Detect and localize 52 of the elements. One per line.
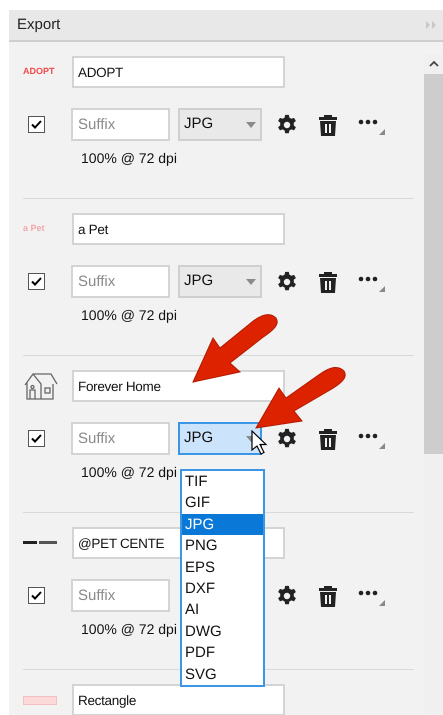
name-field[interactable]: a Pet	[72, 213, 285, 245]
checkbox[interactable]	[28, 430, 45, 447]
delete-icon[interactable]	[318, 114, 338, 136]
format-dropdown[interactable]: JPG	[178, 108, 262, 141]
format-dropdown[interactable]: JPG	[178, 422, 262, 455]
menu-option[interactable]: JPG	[182, 514, 263, 536]
settings-icon[interactable]	[276, 428, 298, 450]
delete-icon[interactable]	[318, 584, 338, 606]
menu-option[interactable]: EPS	[182, 556, 263, 578]
suffix-field[interactable]: Suffix	[71, 422, 170, 455]
rectangle-thumbnail	[23, 696, 57, 704]
house-thumbnail	[23, 371, 59, 401]
name-field[interactable]: ADOPT	[72, 56, 285, 88]
resolution-label: 100% @ 72 dpi	[81, 149, 177, 168]
resolution-label: 100% @ 72 dpi	[81, 620, 177, 639]
scroll-up-icon[interactable]	[428, 60, 438, 68]
settings-icon[interactable]	[276, 270, 298, 292]
thumbnail-text: ADOPT	[23, 65, 54, 78]
menu-option[interactable]: SVG	[182, 664, 263, 685]
logo-thumbnail	[23, 540, 57, 546]
check-icon	[31, 591, 42, 600]
caret-icon	[246, 122, 256, 128]
suffix-field[interactable]: Suffix	[71, 265, 170, 298]
suffix-field[interactable]: Suffix	[71, 108, 170, 141]
checkbox[interactable]	[28, 273, 45, 290]
cursor-icon	[251, 430, 269, 456]
menu-option[interactable]: PNG	[182, 535, 263, 557]
settings-icon[interactable]	[276, 584, 298, 606]
menu-option[interactable]: DWG	[182, 620, 263, 642]
caret-icon	[246, 278, 256, 284]
checkbox[interactable]	[28, 587, 45, 604]
scrollbar-thumb[interactable]	[424, 74, 443, 454]
resolution-label: 100% @ 72 dpi	[81, 306, 177, 325]
menu-option[interactable]: AI	[182, 599, 263, 621]
checkbox[interactable]	[28, 116, 45, 133]
name-field[interactable]: Forever Home	[72, 370, 285, 402]
delete-icon[interactable]	[318, 428, 338, 450]
check-icon	[31, 277, 42, 286]
check-icon	[31, 434, 42, 443]
menu-option[interactable]: GIF	[182, 492, 263, 514]
resolution-label: 100% @ 72 dpi	[81, 463, 177, 482]
panel-title: Export	[17, 14, 60, 35]
thumbnail-text: a Pet	[23, 222, 45, 236]
check-icon	[31, 120, 42, 129]
menu-option[interactable]: DXF	[182, 578, 263, 600]
menu-option[interactable]: TIF	[182, 471, 263, 492]
suffix-field[interactable]: Suffix	[71, 579, 170, 612]
delete-icon[interactable]	[318, 270, 338, 292]
menu-option[interactable]: PDF	[182, 642, 263, 664]
settings-icon[interactable]	[276, 114, 298, 136]
name-field[interactable]: Rectangle	[72, 684, 285, 715]
format-dropdown[interactable]: JPG	[178, 265, 262, 298]
